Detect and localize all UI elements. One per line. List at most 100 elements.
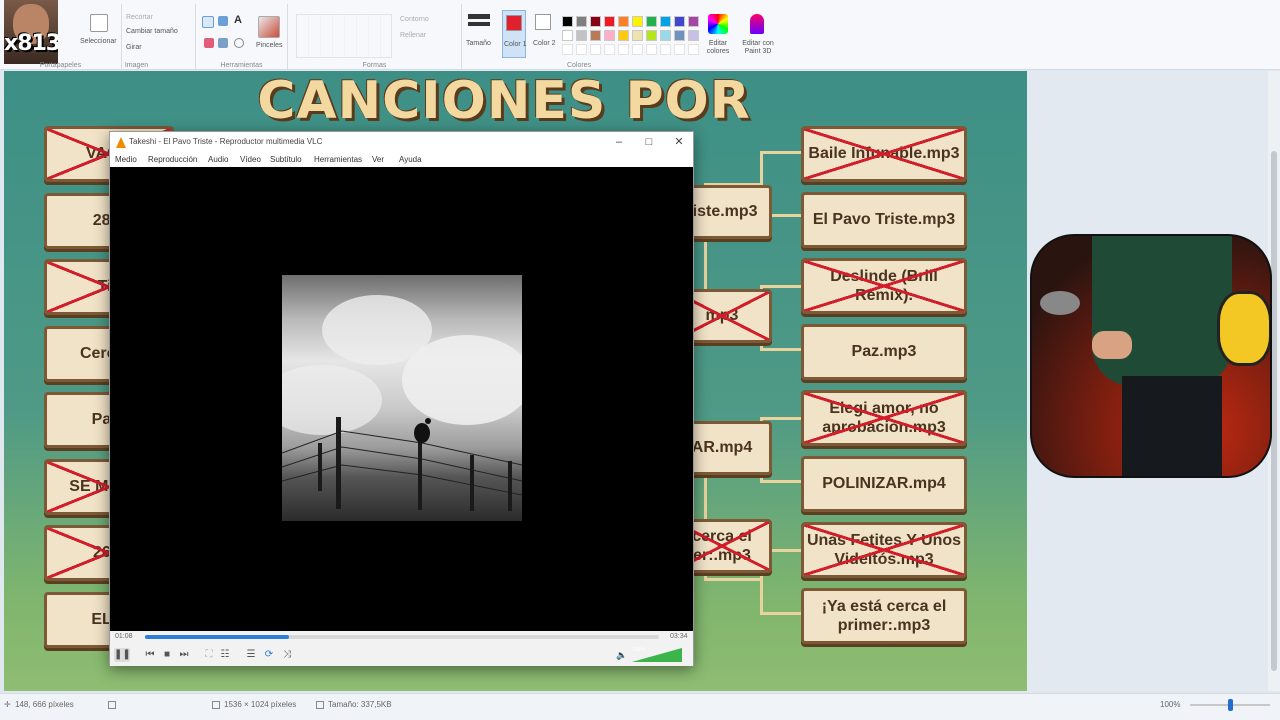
palette-swatch-empty[interactable] bbox=[590, 44, 601, 55]
loop-button[interactable]: ⟳ bbox=[262, 648, 276, 662]
palette-swatch-empty[interactable] bbox=[660, 44, 671, 55]
vlc-menu-item[interactable]: Herramientas bbox=[314, 155, 362, 164]
palette-swatch[interactable] bbox=[632, 16, 643, 27]
crop-button[interactable]: Recortar bbox=[126, 14, 153, 21]
palette-swatch[interactable] bbox=[576, 16, 587, 27]
fill-button[interactable]: Rellenar bbox=[400, 32, 426, 39]
next-button[interactable]: ⏭ bbox=[176, 648, 192, 662]
size-icon-thick bbox=[468, 22, 490, 26]
brushes-icon[interactable] bbox=[258, 16, 280, 38]
seek-progress bbox=[145, 635, 289, 639]
rotate-button[interactable]: Girar bbox=[126, 44, 142, 51]
color1-button[interactable]: Color 1 bbox=[502, 10, 527, 58]
zoom-slider-thumb[interactable] bbox=[1228, 699, 1233, 711]
extended-settings-button[interactable]: ☷ bbox=[218, 648, 232, 662]
song-card-label: AR.mp4 bbox=[691, 439, 753, 457]
streamer-legs bbox=[1122, 376, 1222, 476]
palette-swatch[interactable] bbox=[660, 16, 671, 27]
palette-swatch[interactable] bbox=[660, 30, 671, 41]
playlist-button[interactable]: ☰ bbox=[244, 648, 258, 662]
volume-icon[interactable]: 🔈 bbox=[616, 648, 628, 662]
song-card-label: El Pavo Triste.mp3 bbox=[812, 211, 956, 229]
palette-swatch-empty[interactable] bbox=[604, 44, 615, 55]
palette-swatch[interactable] bbox=[674, 30, 685, 41]
seek-bar[interactable] bbox=[145, 635, 659, 639]
text-tool-icon[interactable]: A bbox=[234, 14, 242, 26]
edit-colors-button[interactable]: Editar colores bbox=[706, 40, 730, 56]
pencil-icon[interactable] bbox=[202, 16, 214, 28]
cursor-position: 148, 666 píxeles bbox=[15, 700, 74, 709]
vlc-titlebar[interactable]: Takeshi - El Pavo Triste - Reproductor m… bbox=[110, 132, 693, 152]
palette-swatch[interactable] bbox=[646, 16, 657, 27]
maximize-button[interactable]: □ bbox=[634, 134, 664, 150]
shuffle-button[interactable]: ⤨ bbox=[280, 648, 294, 662]
palette-swatch[interactable] bbox=[632, 30, 643, 41]
palette-swatch[interactable] bbox=[674, 16, 685, 27]
palette-swatch-empty[interactable] bbox=[674, 44, 685, 55]
right-song-card-5: POLINIZAR.mp4 bbox=[801, 456, 967, 512]
palette-swatch[interactable] bbox=[618, 16, 629, 27]
selection-size-icon bbox=[108, 701, 116, 709]
palette-swatch-empty[interactable] bbox=[576, 44, 587, 55]
vlc-menu-item[interactable]: Reproducción bbox=[148, 155, 197, 164]
zoom-slider[interactable] bbox=[1190, 699, 1270, 711]
palette-swatch[interactable] bbox=[688, 30, 699, 41]
shapes-gallery[interactable] bbox=[296, 14, 392, 58]
palette-swatch-empty[interactable] bbox=[562, 44, 573, 55]
palette-swatch[interactable] bbox=[604, 30, 615, 41]
plush-toy bbox=[1217, 291, 1270, 366]
resize-button[interactable]: Cambiar tamaño bbox=[126, 28, 178, 35]
vlc-menu-item[interactable]: Vídeo bbox=[240, 155, 261, 164]
palette-swatch[interactable] bbox=[562, 30, 573, 41]
stop-button[interactable]: ■ bbox=[160, 648, 174, 662]
brushes-button[interactable]: Pinceles bbox=[256, 42, 282, 49]
vlc-controls: 01:08 03:34 ❚❚ ⏮ ■ ⏭ ⛶ ☷ ☰ ⟳ ⤨ 🔈 100% bbox=[110, 631, 693, 666]
fullscreen-button[interactable]: ⛶ bbox=[202, 648, 216, 662]
vlc-menu-item[interactable]: Ver bbox=[372, 155, 384, 164]
volume-slider[interactable]: 100% bbox=[632, 647, 682, 662]
palette-swatch-empty[interactable] bbox=[688, 44, 699, 55]
outline-button[interactable]: Contorno bbox=[400, 16, 429, 23]
palette-swatch[interactable] bbox=[576, 30, 587, 41]
close-button[interactable]: ✕ bbox=[664, 134, 694, 150]
time-total: 03:34 bbox=[670, 633, 688, 640]
palette-swatch-empty[interactable] bbox=[646, 44, 657, 55]
edit-colors-icon[interactable] bbox=[708, 14, 728, 34]
song-card-label: Deslinde (Brill Remix). bbox=[830, 267, 938, 304]
palette-swatch[interactable] bbox=[590, 16, 601, 27]
song-card-label: Elegi amor, no aprobacion.mp3 bbox=[822, 399, 946, 436]
color2-button[interactable]: Color 2 bbox=[532, 10, 556, 58]
vlc-menu-item[interactable]: Medio bbox=[115, 155, 137, 164]
color-picker-icon[interactable] bbox=[218, 38, 228, 48]
video-area[interactable] bbox=[110, 167, 693, 631]
vlc-menu-item[interactable]: Audio bbox=[208, 155, 228, 164]
select-button[interactable]: Seleccionar bbox=[80, 38, 117, 45]
pause-button[interactable]: ❚❚ bbox=[114, 648, 131, 662]
color1-swatch bbox=[506, 15, 522, 31]
palette-swatch[interactable] bbox=[590, 30, 601, 41]
palette-swatch[interactable] bbox=[618, 30, 629, 41]
previous-button[interactable]: ⏮ bbox=[142, 648, 158, 662]
vlc-window[interactable]: Takeshi - El Pavo Triste - Reproductor m… bbox=[109, 131, 694, 666]
paint3d-button[interactable]: Editar con Paint 3D bbox=[738, 40, 778, 56]
palette-swatch[interactable] bbox=[646, 30, 657, 41]
right-song-card-7: ¡Ya está cerca el primer:.mp3 bbox=[801, 588, 967, 644]
size-icon[interactable] bbox=[468, 14, 490, 19]
palette-swatch[interactable] bbox=[688, 16, 699, 27]
image-group-label: Imagen bbox=[124, 62, 149, 69]
vlc-menu-item[interactable]: Ayuda bbox=[399, 155, 422, 164]
palette-swatch-empty[interactable] bbox=[632, 44, 643, 55]
palette-swatch[interactable] bbox=[562, 16, 573, 27]
image-group: Seleccionar Recortar Cambiar tamaño Gira… bbox=[78, 4, 196, 70]
select-icon[interactable] bbox=[90, 14, 108, 32]
eraser-icon[interactable] bbox=[204, 38, 214, 48]
magnifier-icon[interactable] bbox=[234, 38, 244, 48]
palette-swatch[interactable] bbox=[604, 16, 615, 27]
vlc-menu-item[interactable]: Subtítulo bbox=[270, 155, 302, 164]
fence-drawing bbox=[282, 417, 522, 511]
fill-bucket-icon[interactable] bbox=[218, 16, 228, 26]
minimize-button[interactable]: – bbox=[604, 134, 634, 150]
size-button[interactable]: Tamaño bbox=[466, 40, 491, 47]
paint3d-icon[interactable] bbox=[750, 14, 764, 34]
palette-swatch-empty[interactable] bbox=[618, 44, 629, 55]
